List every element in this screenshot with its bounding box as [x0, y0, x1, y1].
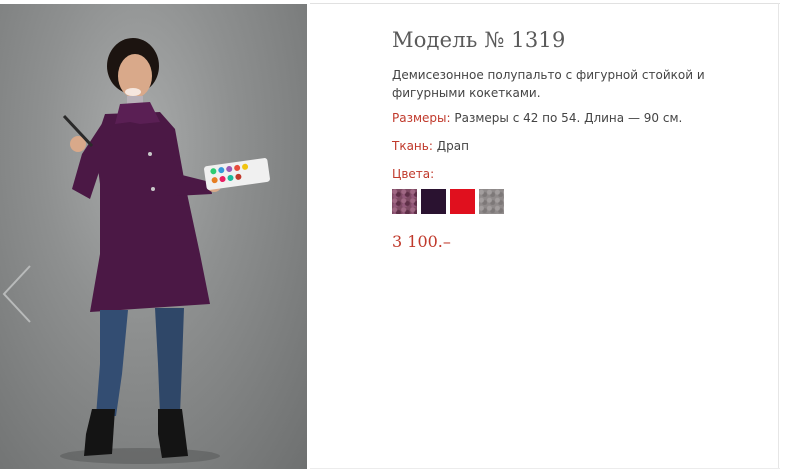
sizes-row: Размеры: Размеры с 42 по 54. Длина — 90 …: [392, 109, 772, 127]
swatch-mauve-melange[interactable]: [392, 189, 417, 214]
sizes-value: Размеры с 42 по 54. Длина — 90 см.: [454, 111, 683, 125]
swatch-red[interactable]: [450, 189, 475, 214]
model-figure: [60, 38, 270, 464]
color-swatches: [392, 189, 772, 214]
sizes-label: Размеры:: [392, 111, 451, 125]
colors-label: Цвета:: [392, 167, 435, 181]
swatch-dark-plum[interactable]: [421, 189, 446, 214]
gallery-prev-button[interactable]: [0, 262, 34, 326]
fabric-value: Драп: [436, 139, 469, 153]
product-photo: [0, 4, 307, 469]
product-price: 3 100.–: [392, 232, 451, 251]
product-info: Модель № 1319 Демисезонное полупальто с …: [392, 28, 772, 251]
fabric-row: Ткань: Драп: [392, 137, 772, 155]
bottom-divider: [310, 468, 780, 469]
chevron-left-icon: [2, 265, 31, 323]
product-title: Модель № 1319: [392, 28, 566, 52]
colors-row: Цвета:: [392, 165, 772, 183]
top-divider: [310, 3, 780, 4]
swatch-grey[interactable]: [479, 189, 504, 214]
product-description: Демисезонное полупальто с фигурной стойк…: [392, 68, 705, 100]
fabric-label: Ткань:: [392, 139, 433, 153]
right-divider: [778, 3, 779, 469]
